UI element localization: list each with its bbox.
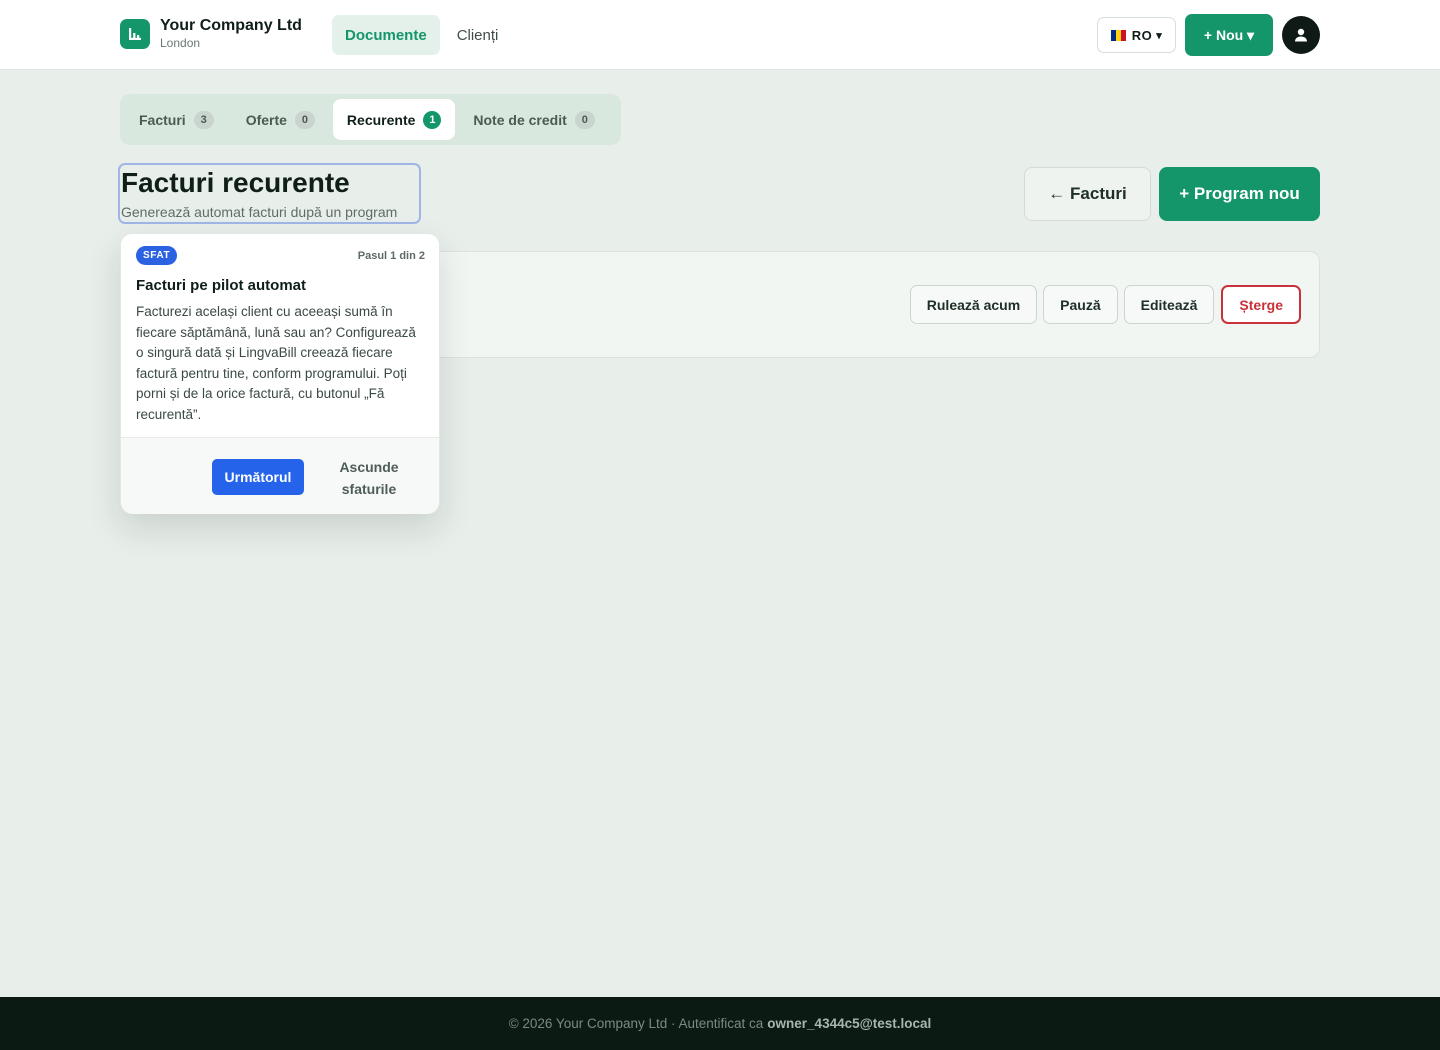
tab-count: 0 xyxy=(574,110,595,129)
brand[interactable]: Your Company Ltd London xyxy=(120,16,302,51)
page-footer: © 2026 Your Company Ltd · Autentificat c… xyxy=(0,997,1440,1050)
company-name: Your Company Ltd xyxy=(160,17,302,34)
tab-quotes[interactable]: Oferte 0 xyxy=(232,99,329,140)
top-bar: Your Company Ltd London Documente Clienț… xyxy=(0,0,1440,70)
main-nav: Documente Clienți xyxy=(332,15,515,55)
tab-label: Facturi xyxy=(139,111,186,128)
page-title: Facturi recurente xyxy=(121,167,350,198)
chart-bar-icon xyxy=(120,18,150,49)
tab-invoices[interactable]: Facturi 3 xyxy=(125,99,228,140)
company-city: London xyxy=(160,36,201,50)
back-to-invoices-button[interactable]: ← Facturi xyxy=(1024,167,1151,221)
new-program-button[interactable]: + Program nou xyxy=(1159,167,1320,221)
run-now-button[interactable]: Rulează acum xyxy=(909,285,1038,324)
delete-button[interactable]: Șterge xyxy=(1221,285,1301,324)
edit-button[interactable]: Editează xyxy=(1123,285,1215,324)
tab-label: Note de credit xyxy=(473,111,567,128)
tip-popover: SFAT Pasul 1 din 2 Facturi pe pilot auto… xyxy=(120,233,440,514)
tab-count: 3 xyxy=(193,110,214,129)
nav-documents[interactable]: Documente xyxy=(332,15,440,55)
tab-count: 1 xyxy=(423,110,442,129)
romania-flag-icon xyxy=(1110,29,1126,41)
new-document-button[interactable]: + Nou ▾ xyxy=(1185,14,1273,56)
user-icon xyxy=(1295,28,1307,42)
next-tip-button[interactable]: Următorul xyxy=(212,459,304,495)
chevron-down-icon: ▾ xyxy=(1156,29,1163,42)
tab-credit-notes[interactable]: Note de credit 0 xyxy=(459,99,608,140)
tip-body: Facturezi același client cu aceeași sumă… xyxy=(136,304,416,422)
nav-clients[interactable]: Clienți xyxy=(444,15,512,55)
footer-user-email: owner_4344c5@test.local xyxy=(767,1016,932,1031)
tip-step-indicator: Pasul 1 din 2 xyxy=(357,250,425,262)
language-selector[interactable]: RO ▾ xyxy=(1097,17,1176,53)
page-heading: Facturi recurente Generează automat fact… xyxy=(118,163,421,224)
tab-count: 0 xyxy=(294,110,315,129)
document-tabs: Facturi 3 Oferte 0 Recurente 1 Note de c… xyxy=(120,94,621,145)
tip-title: Facturi pe pilot automat xyxy=(136,277,307,294)
page-subtitle: Generează automat facturi după un progra… xyxy=(121,204,398,220)
user-avatar[interactable] xyxy=(1282,16,1320,54)
tab-recurring[interactable]: Recurente 1 xyxy=(332,99,456,140)
hide-tips-button[interactable]: Ascunde sfaturile xyxy=(333,456,405,500)
tab-label: Recurente xyxy=(346,111,416,128)
pause-button[interactable]: Pauză xyxy=(1043,285,1118,324)
tip-footer: Următorul Ascunde sfaturile xyxy=(121,437,439,514)
language-code: RO xyxy=(1131,27,1153,43)
card-actions: Rulează acum Pauză Editează Șterge xyxy=(904,285,1301,324)
tip-badge: SFAT xyxy=(136,246,178,265)
footer-text: © 2026 Your Company Ltd · Autentificat c… xyxy=(508,1016,764,1031)
tab-label: Oferte xyxy=(245,111,287,128)
